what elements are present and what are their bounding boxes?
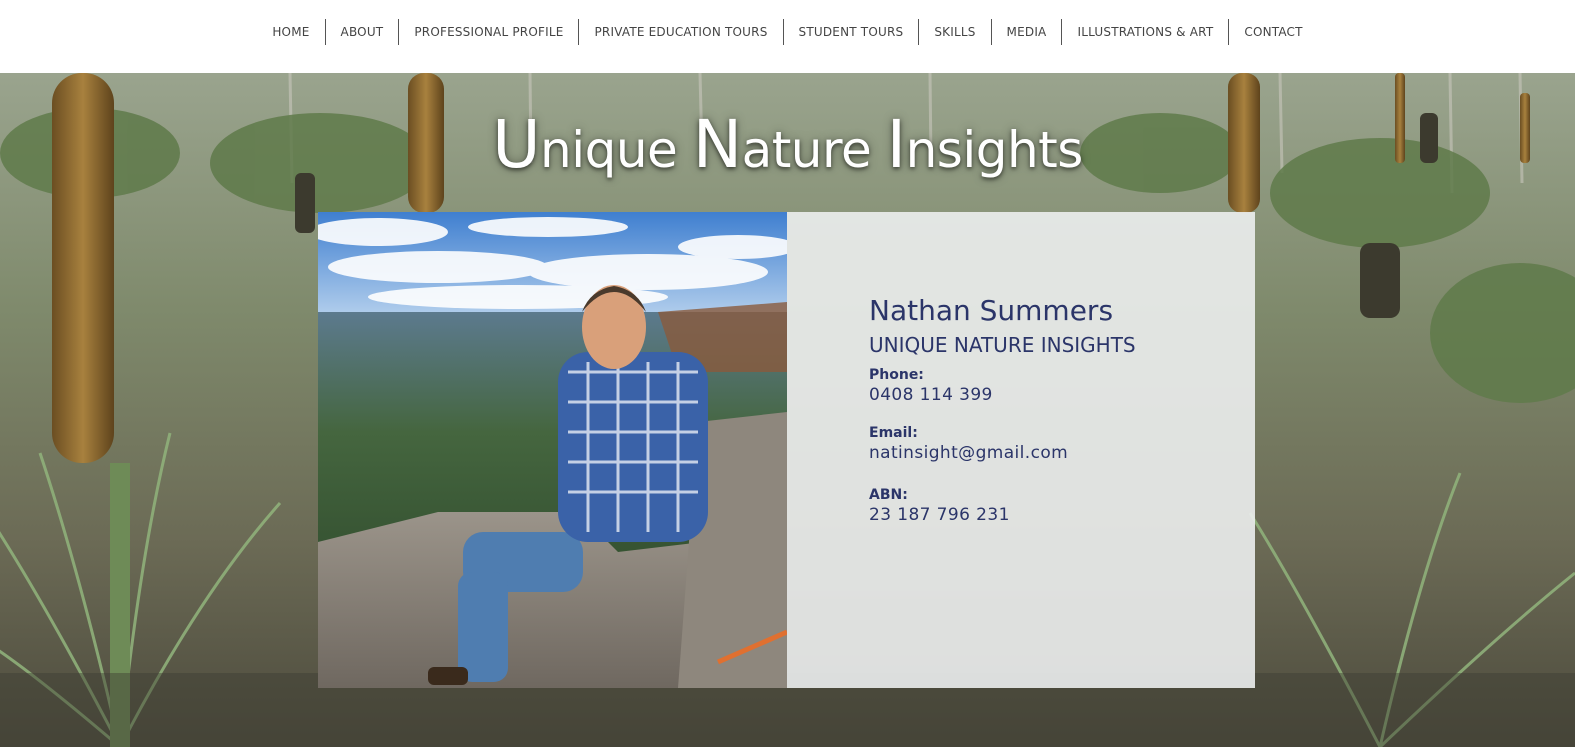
nav-item-illustrations-art[interactable]: ILLUSTRATIONS & ART [1061,19,1228,45]
phone-block: Phone: 0408 114 399 [869,367,1239,405]
portrait-image [318,212,787,688]
nav-item-professional-profile[interactable]: PROFESSIONAL PROFILE [398,19,578,45]
nav-item-skills[interactable]: SKILLS [918,19,990,45]
email-label: Email: [869,425,918,441]
nav-item-contact[interactable]: CONTACT [1228,19,1317,45]
abn-block: ABN: 23 187 796 231 [869,487,1239,525]
top-navigation: HOME ABOUT PROFESSIONAL PROFILE PRIVATE … [0,0,1575,73]
contact-details: Nathan Summers UNIQUE NATURE INSIGHTS Ph… [869,294,1239,525]
nav-item-student-tours[interactable]: STUDENT TOURS [782,19,919,45]
abn-value: 23 187 796 231 [869,505,1010,525]
site-title: Unique Nature Insights [0,106,1575,183]
title-initial-u: U [492,106,541,183]
title-initial-i: I [886,106,906,183]
title-word-nsights: nsights [905,121,1084,179]
title-word-ature: ature [741,121,887,179]
nav-item-home[interactable]: HOME [257,19,324,45]
nav-item-about[interactable]: ABOUT [324,19,399,45]
nav-item-private-education-tours[interactable]: PRIVATE EDUCATION TOURS [578,19,782,45]
contact-card: Nathan Summers UNIQUE NATURE INSIGHTS Ph… [318,212,1255,688]
abn-label: ABN: [869,487,908,503]
company-name: UNIQUE NATURE INSIGHTS [869,333,1136,357]
phone-label: Phone: [869,367,924,383]
contact-info-panel: Nathan Summers UNIQUE NATURE INSIGHTS Ph… [787,212,1255,688]
title-initial-n: N [692,106,742,183]
nav-item-media[interactable]: MEDIA [990,19,1062,45]
title-word-nique: nique [540,121,693,179]
email-block: Email: natinsight@gmail.com [869,425,1239,463]
email-link[interactable]: natinsight@gmail.com [869,443,1239,463]
profile-photo [318,212,787,688]
contact-name: Nathan Summers [869,294,1114,327]
phone-value[interactable]: 0408 114 399 [869,385,1239,405]
nav-menu: HOME ABOUT PROFESSIONAL PROFILE PRIVATE … [0,19,1575,45]
